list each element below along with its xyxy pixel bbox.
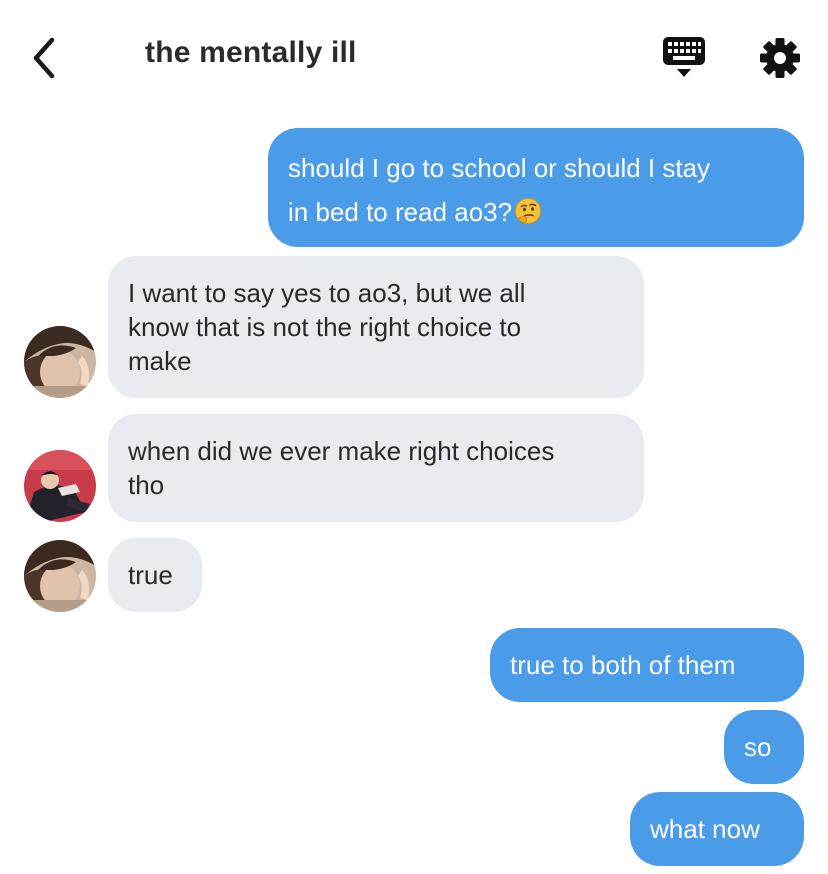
message-text: true xyxy=(128,560,173,590)
avatar-photo xyxy=(24,326,96,398)
back-button[interactable] xyxy=(26,34,66,82)
message-text-line: make xyxy=(128,346,192,376)
message-text-line: tho xyxy=(128,470,165,500)
avatar[interactable] xyxy=(24,540,96,612)
outgoing-message-bubble[interactable]: what now xyxy=(630,792,804,866)
incoming-message-bubble[interactable]: I want to say yes to ao3, but we all kno… xyxy=(108,256,644,398)
keyboard-icon xyxy=(663,37,705,77)
gear-icon xyxy=(760,38,800,78)
settings-button[interactable] xyxy=(756,34,804,82)
message-text: so xyxy=(744,732,772,762)
message-text-line: know that is not the right choice to xyxy=(128,312,522,342)
avatar[interactable] xyxy=(24,450,96,522)
message-text-line: in bed to read ao3? xyxy=(288,190,784,234)
message-text-line: should I go to school or should I stay xyxy=(288,153,711,183)
thinking-face-emoji xyxy=(515,198,542,224)
chat-title[interactable]: the mentally ill xyxy=(145,36,357,70)
message-text-line: when did we ever make right choices xyxy=(128,436,555,466)
message-text-line: I want to say yes to ao3, but we all xyxy=(128,278,526,308)
message-text: what now xyxy=(650,814,760,844)
avatar-photo xyxy=(24,450,96,522)
outgoing-message-bubble[interactable]: so xyxy=(724,710,804,784)
incoming-message-bubble[interactable]: when did we ever make right choices tho xyxy=(108,414,644,522)
outgoing-message-bubble[interactable]: true to both of them xyxy=(490,628,804,702)
avatar[interactable] xyxy=(24,326,96,398)
avatar-photo xyxy=(24,540,96,612)
message-text: in bed to read ao3? xyxy=(288,197,513,227)
incoming-message-bubble[interactable]: true xyxy=(108,538,202,612)
chat-header: the mentally ill xyxy=(0,0,828,112)
message-text: true to both of them xyxy=(510,650,736,680)
keyboard-toggle-button[interactable] xyxy=(660,34,708,80)
chevron-left-icon xyxy=(33,37,55,79)
outgoing-message-bubble[interactable]: should I go to school or should I stay i… xyxy=(268,128,804,247)
